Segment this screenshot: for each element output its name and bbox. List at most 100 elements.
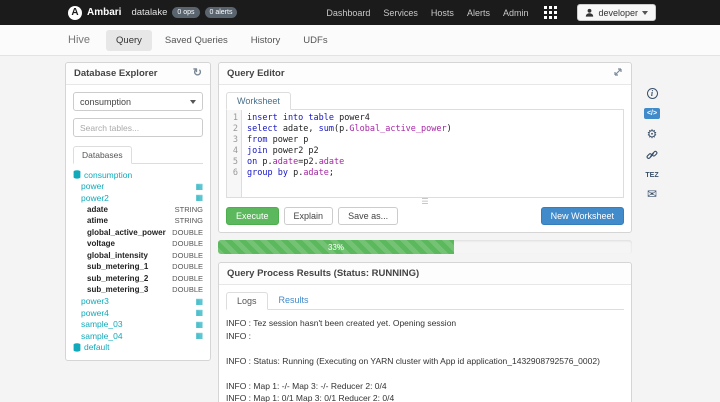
code-token: from (247, 135, 267, 145)
tab-query[interactable]: Query (106, 30, 152, 51)
nav-alerts[interactable]: Alerts (467, 8, 490, 18)
execute-button[interactable]: Execute (226, 207, 279, 225)
database-row[interactable]: default (73, 342, 203, 354)
tez-button[interactable]: TEZ (645, 172, 658, 179)
top-nav-links: Dashboard Services Hosts Alerts Admin de… (326, 4, 656, 21)
gear-icon[interactable]: ⚙ (647, 128, 658, 140)
query-progress-bar: 33% (218, 240, 632, 254)
line-number: 4 (227, 146, 238, 157)
results-title: Query Process Results (Status: RUNNING) (227, 268, 419, 279)
code-token: p. (288, 168, 303, 178)
views-grid-icon[interactable] (544, 6, 557, 19)
ops-badge: 0 ops (172, 7, 199, 18)
caret-down-icon (190, 100, 196, 104)
mail-icon[interactable]: ✉ (647, 188, 657, 200)
tab-worksheet[interactable]: Worksheet (226, 92, 291, 110)
table-row[interactable]: sample_04▦ (73, 330, 203, 342)
tab-history[interactable]: History (241, 30, 291, 51)
log-line: INFO : Map 1: -/- Map 3: -/- Reducer 2: … (226, 380, 624, 393)
table-row[interactable]: power3▦ (73, 296, 203, 308)
code-line: insert into table power4 (247, 113, 618, 124)
expand-icon[interactable] (613, 67, 623, 80)
line-number: 1 (227, 113, 238, 124)
database-icon (73, 343, 81, 352)
right-toolbar: i </> ⚙ TEZ ✉ (640, 88, 664, 200)
column-row: adateSTRING (73, 204, 203, 216)
table-row[interactable]: power▦ (73, 181, 203, 193)
tab-databases[interactable]: Databases (73, 146, 132, 164)
column-row: global_intensityDOUBLE (73, 250, 203, 262)
table-icon: ▦ (195, 320, 203, 329)
user-icon (585, 8, 594, 17)
info-icon[interactable]: i (647, 88, 658, 99)
database-explorer-header: Database Explorer ↻ (66, 63, 210, 85)
table-icon: ▦ (195, 308, 203, 317)
database-tree: consumptionpower▦power2▦adateSTRINGatime… (73, 169, 203, 353)
new-worksheet-button[interactable]: New Worksheet (541, 207, 624, 225)
refresh-icon[interactable]: ↻ (193, 68, 202, 79)
ambari-logo-icon: A (68, 6, 82, 20)
brand-name: Ambari (87, 7, 121, 18)
table-row[interactable]: sample_03▦ (73, 319, 203, 331)
results-tabs: Logs Results (226, 292, 624, 310)
nav-services[interactable]: Services (383, 8, 418, 18)
table-icon: ▦ (195, 193, 203, 202)
nav-dashboard[interactable]: Dashboard (326, 8, 370, 18)
editor-resize-handle[interactable]: ☰ (226, 198, 624, 206)
explorer-tabs: Databases (73, 146, 203, 164)
log-line: INFO : Map 1: 0/1 Map 3: 0/1 Reducer 2: … (226, 392, 624, 402)
ambari-hive-view: A Ambari datalake 0 ops 0 alerts Dashboa… (0, 0, 720, 402)
code-token: adate (273, 157, 299, 167)
column-row: global_active_powerDOUBLE (73, 227, 203, 239)
column-row: sub_metering_1DOUBLE (73, 261, 203, 273)
code-area[interactable]: insert into table power4select adate, su… (242, 110, 623, 197)
table-icon: ▦ (195, 331, 203, 340)
code-token: p. (257, 157, 272, 167)
save-as-button[interactable]: Save as... (338, 207, 398, 225)
column-row: voltageDOUBLE (73, 238, 203, 250)
code-token: adate (319, 157, 345, 167)
column-row: sub_metering_3DOUBLE (73, 284, 203, 296)
table-row[interactable]: power4▦ (73, 307, 203, 319)
code-icon[interactable]: </> (644, 108, 660, 119)
log-line: INFO : (226, 330, 624, 343)
code-token: join (247, 146, 267, 156)
code-line: join power2 p2 (247, 146, 618, 157)
link-icon[interactable] (646, 149, 658, 163)
code-token: sum (319, 124, 334, 134)
tab-udfs[interactable]: UDFs (293, 30, 337, 51)
code-line: from power p (247, 135, 618, 146)
code-line: select adate, sum(p.Global_active_power) (247, 124, 618, 135)
sql-editor[interactable]: 123456 insert into table power4select ad… (226, 110, 624, 198)
database-row[interactable]: consumption (73, 169, 203, 181)
tab-saved-queries[interactable]: Saved Queries (155, 30, 238, 51)
cluster-name: datalake (131, 7, 167, 18)
user-menu-label: developer (598, 8, 638, 18)
code-token: group by (247, 168, 288, 178)
tab-results[interactable]: Results (269, 292, 319, 309)
code-token: on (247, 157, 257, 167)
log-line: INFO : Status: Running (Executing on YAR… (226, 355, 624, 368)
code-token: power p (267, 135, 308, 145)
nav-hosts[interactable]: Hosts (431, 8, 454, 18)
code-token: insert into table (247, 113, 334, 123)
log-line (226, 367, 624, 380)
query-editor-header: Query Editor (219, 63, 631, 85)
explain-button[interactable]: Explain (284, 207, 334, 225)
table-icon: ▦ (195, 182, 203, 191)
code-line: on p.adate=p2.adate (247, 157, 618, 168)
tab-logs[interactable]: Logs (226, 292, 268, 310)
table-search-input[interactable] (73, 118, 203, 137)
code-token: ) (447, 124, 452, 134)
line-number: 2 (227, 124, 238, 135)
column-row: sub_metering_2DOUBLE (73, 273, 203, 285)
table-row[interactable]: power2▦ (73, 192, 203, 204)
query-editor-title: Query Editor (227, 68, 285, 79)
query-editor-panel: Query Editor Worksheet 123456 insert int… (218, 62, 632, 233)
user-menu-button[interactable]: developer (577, 4, 656, 21)
results-body: Logs Results INFO : Tez session hasn't b… (219, 285, 631, 402)
nav-admin[interactable]: Admin (503, 8, 529, 18)
database-select[interactable]: consumption (73, 92, 203, 111)
progress-label: 33% (328, 243, 344, 252)
editor-buttons: Execute Explain Save as... New Worksheet (226, 207, 624, 225)
